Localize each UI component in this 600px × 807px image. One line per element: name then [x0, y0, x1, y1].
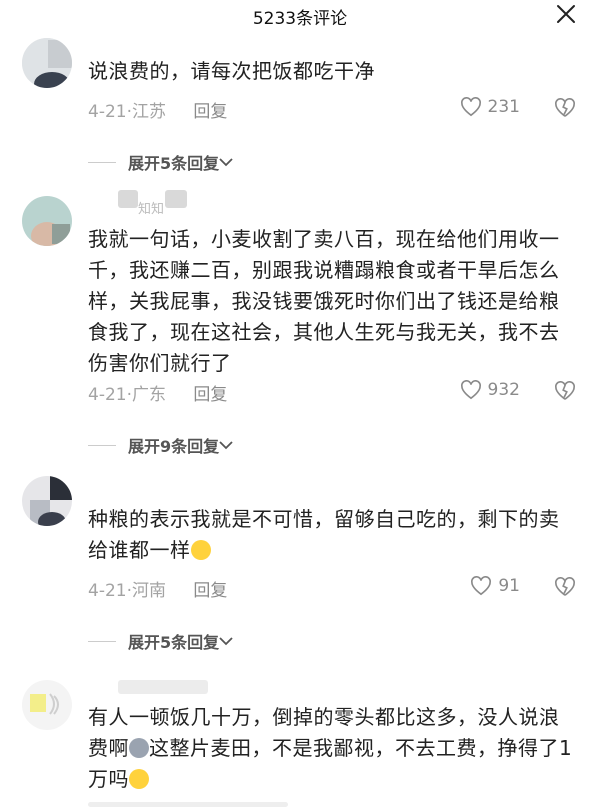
reply-button[interactable]: 回复 — [193, 385, 227, 405]
comment-text-part: 这整片麦田，不是我鄙视，不去工费，挣得了1万吗 — [88, 736, 573, 791]
username-blur — [165, 190, 187, 208]
comment-region: 江苏 — [132, 102, 166, 122]
comment-region: 广东 — [132, 385, 166, 405]
reply-button[interactable]: 回复 — [193, 581, 227, 601]
broken-heart-icon[interactable] — [554, 577, 576, 597]
comment-region: 河南 — [132, 581, 166, 601]
comment-text: 有人一顿饭几十万，倒掉的零头都比这多，没人说浪费啊 这整片麦田，不是我鄙视，不去工… — [88, 702, 578, 795]
comment-item: 种粮的表示我就是不可惜，留够自己吃的，剩下的卖给谁都一样 4-21·河南 回复 … — [0, 472, 600, 652]
like-button[interactable]: 91 — [470, 576, 520, 596]
comment-date: 4-21 — [88, 385, 127, 405]
comment-item: 有人一顿饭几十万，倒掉的零头都比这多，没人说浪费啊 这整片麦田，不是我鄙视，不去工… — [0, 676, 600, 807]
divider — [88, 640, 116, 642]
comment-meta: 4-21·广东 回复 — [88, 385, 228, 405]
comment-item: 说浪费的，请每次把饭都吃干净 4-21·江苏 回复 231 展开5条回复 — [0, 38, 600, 178]
expand-replies-button[interactable]: 展开5条回复 — [88, 629, 233, 653]
like-button[interactable]: 231 — [460, 97, 520, 117]
laughing-sweat-emoji-icon — [190, 540, 211, 560]
divider — [88, 444, 116, 446]
comment-text: 说浪费的，请每次把饭都吃干净 — [88, 59, 375, 83]
like-count: 932 — [487, 380, 520, 400]
comment-text-body: 种粮的表示我就是不可惜，留够自己吃的，剩下的卖给谁都一样 — [88, 507, 560, 562]
reply-button[interactable]: 回复 — [193, 102, 227, 122]
like-count: 231 — [487, 97, 520, 117]
comment-meta: 4-21·河南 回复 — [88, 581, 228, 601]
comment-text: 种粮的表示我就是不可惜，留够自己吃的，剩下的卖给谁都一样 — [88, 504, 578, 566]
expand-replies-button[interactable]: 展开5条回复 — [88, 150, 233, 174]
close-icon[interactable] — [554, 2, 578, 26]
cat-emoji-icon — [129, 738, 149, 758]
broken-heart-icon[interactable] — [554, 381, 576, 401]
avatar[interactable] — [22, 476, 72, 526]
heart-icon — [460, 97, 481, 117]
expand-replies-label: 展开5条回复 — [128, 633, 220, 652]
username-blur — [118, 680, 208, 694]
heart-icon — [460, 380, 481, 400]
like-button[interactable]: 932 — [460, 380, 520, 400]
expand-replies-label: 展开9条回复 — [128, 437, 220, 456]
meta-cutoff — [88, 802, 288, 807]
crying-emoji-icon — [129, 769, 149, 789]
username: 知知 — [138, 202, 165, 217]
broken-heart-icon[interactable] — [554, 98, 576, 118]
comment-date: 4-21 — [88, 102, 127, 122]
comment-count-title: 5233条评论 — [252, 9, 348, 29]
heart-icon — [471, 576, 492, 596]
comment-text: 我就一句话，小麦收割了卖八百，现在给他们用收一千，我还赚二百，别跟我说糟蹋粮食或… — [88, 227, 560, 375]
chevron-down-icon — [219, 158, 233, 167]
like-count: 91 — [498, 576, 520, 596]
divider — [88, 161, 116, 163]
expand-replies-button[interactable]: 展开9条回复 — [88, 433, 233, 457]
comment-item: 知知 我就一句话，小麦收割了卖八百，现在给他们用收一千，我还赚二百，别跟我说糟蹋… — [0, 190, 600, 460]
comments-header: 5233条评论 — [0, 0, 600, 30]
avatar[interactable] — [22, 196, 72, 246]
comment-meta: 4-21·江苏 回复 — [88, 102, 228, 122]
chevron-down-icon — [219, 637, 233, 646]
chevron-down-icon — [219, 441, 233, 450]
expand-replies-label: 展开5条回复 — [128, 154, 220, 173]
username-blur — [118, 190, 138, 208]
avatar[interactable] — [22, 38, 72, 88]
avatar[interactable] — [22, 680, 72, 730]
comment-date: 4-21 — [88, 581, 127, 601]
